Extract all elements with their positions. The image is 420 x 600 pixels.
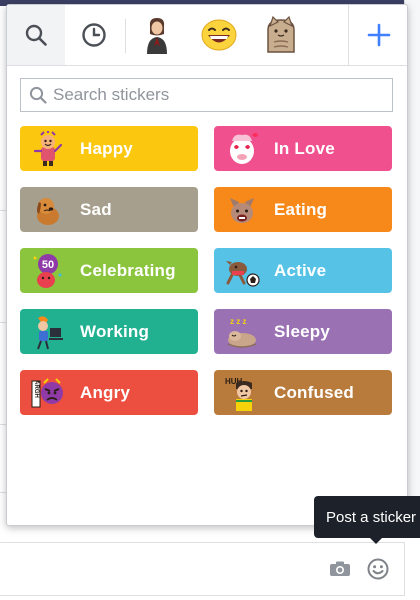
sticker-pack-tab[interactable] <box>190 5 248 65</box>
tab-separator <box>125 19 126 53</box>
pack-smiley-icon <box>201 19 237 51</box>
category-celebrating[interactable]: 50 Celebrating <box>20 248 198 293</box>
category-sleepy[interactable]: z z z Sleepy <box>214 309 392 354</box>
category-eating[interactable]: Eating <box>214 187 392 232</box>
sticker-search-box[interactable] <box>20 78 393 112</box>
active-sticker-icon <box>226 260 260 287</box>
pack-cat-icon <box>267 16 295 53</box>
category-label: In Love <box>274 138 335 158</box>
confused-sticker-icon: HUH <box>225 377 252 411</box>
angry-sticker-icon: ARGH <box>31 377 63 407</box>
in-love-sticker-icon <box>230 132 258 164</box>
search-tab[interactable] <box>7 5 65 65</box>
category-label: Happy <box>80 138 133 158</box>
eating-sticker-icon <box>230 197 254 223</box>
sticker-search-input[interactable] <box>51 80 375 110</box>
post-sticker-tooltip: Post a sticker <box>314 496 420 538</box>
working-sticker-icon <box>37 315 63 349</box>
category-label: Sleepy <box>274 321 331 341</box>
search-icon <box>29 86 47 104</box>
category-angry[interactable]: ARGH Angry <box>20 370 198 415</box>
sticker-pack-tab[interactable] <box>252 5 310 65</box>
category-label: Working <box>80 321 150 341</box>
category-active[interactable]: Active <box>214 248 392 293</box>
category-working[interactable]: Working <box>20 309 198 354</box>
category-label: Eating <box>274 199 328 219</box>
category-confused[interactable]: HUH Confused <box>214 370 392 415</box>
sticker-tab-bar <box>7 5 407 66</box>
emoji-icon[interactable] <box>367 558 389 580</box>
svg-text:z z z: z z z <box>230 317 246 326</box>
recent-tab[interactable] <box>65 5 123 65</box>
pack-person-icon <box>147 18 167 54</box>
sleepy-sticker-icon: z z z <box>227 317 257 348</box>
category-in-love[interactable]: In Love <box>214 126 392 171</box>
angry-badge: ARGH <box>33 380 39 398</box>
celebrating-sticker-icon: 50 <box>33 253 62 288</box>
sad-sticker-icon <box>37 197 59 225</box>
message-composer[interactable] <box>0 542 405 596</box>
plus-icon <box>367 23 390 47</box>
category-happy[interactable]: Happy <box>20 126 198 171</box>
sticker-picker-popup: Happy In Love Sad <box>6 4 408 526</box>
clock-icon <box>82 23 106 47</box>
tooltip-text: Post a sticker <box>326 508 417 526</box>
celebrating-badge: 50 <box>42 259 54 271</box>
category-label: Angry <box>80 382 131 402</box>
category-label: Active <box>274 260 327 280</box>
camera-icon[interactable] <box>329 561 351 577</box>
add-sticker-pack-button[interactable] <box>348 5 407 65</box>
tooltip-arrow <box>369 537 383 544</box>
category-label: Sad <box>80 199 112 219</box>
category-sad[interactable]: Sad <box>20 187 198 232</box>
category-label: Confused <box>274 382 354 402</box>
category-label: Celebrating <box>80 260 176 280</box>
happy-sticker-icon <box>33 130 63 166</box>
search-icon <box>25 24 47 46</box>
sticker-pack-tab[interactable] <box>128 5 186 65</box>
